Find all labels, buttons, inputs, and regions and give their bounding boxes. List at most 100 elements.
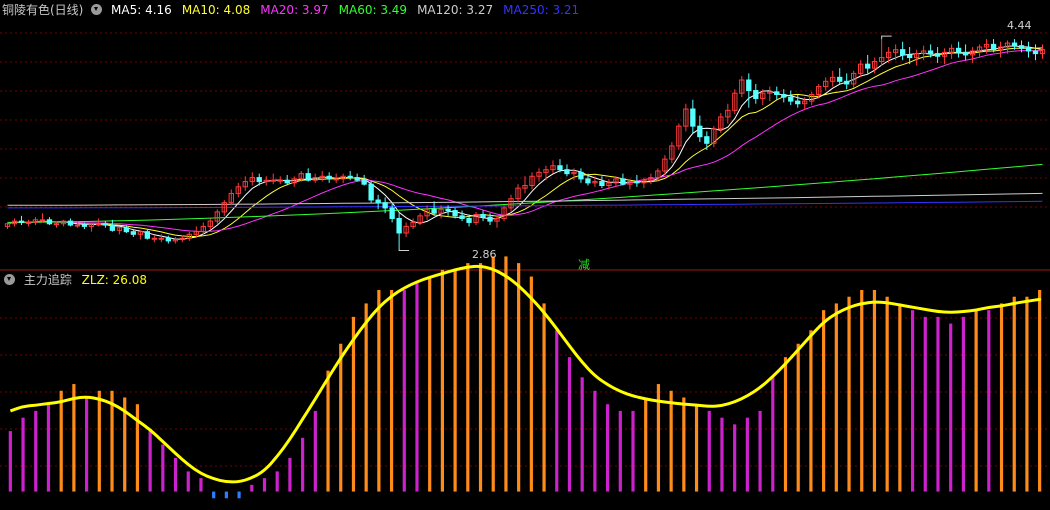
ma-legend-ma120: MA120: 3.27 [417, 3, 494, 17]
candle-down [123, 227, 130, 233]
candle-down [165, 237, 172, 242]
zlz-bar [389, 290, 394, 492]
zlz-bar [669, 390, 673, 492]
candle-down [690, 108, 696, 127]
candle-up [95, 223, 102, 226]
candle-down [955, 47, 962, 53]
zlz-bar [428, 276, 432, 492]
candle-down [431, 208, 437, 214]
candle-down [599, 181, 605, 187]
candle-up [25, 221, 32, 224]
candle-down [564, 169, 570, 175]
candle-down [697, 125, 703, 138]
candle-down [753, 90, 759, 99]
ma-line-ma5 [7, 45, 1043, 240]
low-price-label: 2.86 [472, 248, 497, 261]
zlz-bar [491, 256, 495, 492]
candle-down [774, 91, 780, 95]
candle-down [354, 177, 360, 181]
candle-down [1025, 47, 1032, 52]
zlz-bar [326, 370, 330, 492]
zlz-bar [237, 491, 241, 499]
zlz-bar [644, 397, 648, 492]
candle-down [578, 171, 584, 180]
zlz-bar [339, 343, 343, 492]
zlz-bar [796, 343, 800, 492]
zlz-bar [186, 471, 190, 492]
candle-down [585, 178, 591, 184]
candle-down [445, 208, 451, 212]
top-legend: 铜陵有色(日线) MA5: 4.16 MA10: 4.08 MA20: 3.97 MA… [0, 1, 589, 19]
zlz-bar [97, 390, 101, 492]
candle-down [256, 177, 262, 183]
zlz-bar [885, 296, 889, 492]
candle-down [557, 165, 563, 171]
candle-down [746, 79, 752, 92]
candle-down [962, 51, 969, 56]
candle-down [837, 76, 843, 82]
indicator-menu-button[interactable] [4, 274, 15, 285]
zlz-bar [860, 290, 864, 492]
candle-down [795, 100, 801, 105]
candle-down [906, 54, 913, 59]
candle-down [781, 93, 787, 98]
zlz-bar [999, 303, 1004, 492]
zlz-bar [173, 457, 178, 492]
zlz-bar [720, 417, 724, 492]
zlz-bar [923, 316, 927, 492]
high-marker-line [881, 35, 892, 40]
candle-up [277, 179, 283, 182]
zlz-bar [987, 310, 991, 492]
ma-legend-ma60: MA60: 3.49 [338, 3, 408, 17]
bottom-panel-grid [0, 317, 1050, 467]
candle-down [130, 231, 137, 235]
zlz-bar [949, 323, 953, 492]
zlz-bar [758, 410, 762, 492]
candle-down [67, 220, 74, 226]
candle-down [102, 223, 109, 226]
zlz-bar [822, 310, 826, 492]
candle-down [844, 80, 850, 85]
candle-down [1018, 45, 1025, 49]
zlz-bar [59, 390, 63, 492]
zlz-bar [148, 431, 152, 492]
zlz-bar [161, 444, 165, 492]
zlz-bar [46, 404, 51, 492]
zlz-bar [301, 437, 305, 492]
zlz-bar [936, 316, 940, 492]
zlz-bar [21, 417, 25, 492]
zlz-bar [135, 404, 140, 492]
stock-name: 铜陵有色(日线) [2, 3, 84, 17]
candle-down [347, 175, 353, 179]
ma-legend-items: MA5: 4.16 MA10: 4.08 MA20: 3.97 MA60: 3.49 M… [111, 3, 589, 17]
candle-down [144, 231, 151, 239]
candle-down [382, 202, 388, 209]
zlz-bar [898, 303, 902, 492]
candle-down [934, 53, 941, 57]
zlz-bar [440, 269, 445, 492]
zlz-bar [8, 431, 12, 492]
candle-down [326, 175, 332, 180]
zlz-bar [517, 263, 521, 492]
panel-menu-button[interactable] [91, 4, 103, 15]
candle-down [480, 214, 486, 218]
candle-down [466, 217, 472, 223]
candle-down [389, 207, 395, 219]
zlz-bar [580, 377, 584, 492]
ma-line-ma10 [7, 47, 1043, 237]
zlz-bar [809, 330, 813, 492]
candle-down [375, 199, 381, 204]
zlz-bar [364, 303, 368, 492]
candle-down [396, 217, 402, 234]
candle-down [81, 224, 88, 227]
zlz-bar [1038, 290, 1042, 492]
zlz-bar [834, 303, 838, 492]
zlz-bar [262, 478, 267, 492]
candle-down [1011, 42, 1018, 47]
zlz-bar [288, 457, 292, 492]
zlz-bar [377, 290, 381, 492]
zlz-bar [910, 310, 915, 492]
moving-average-lines [7, 45, 1043, 240]
zlz-legend-value: 26.08 [112, 273, 148, 287]
zlz-bar [250, 484, 254, 492]
